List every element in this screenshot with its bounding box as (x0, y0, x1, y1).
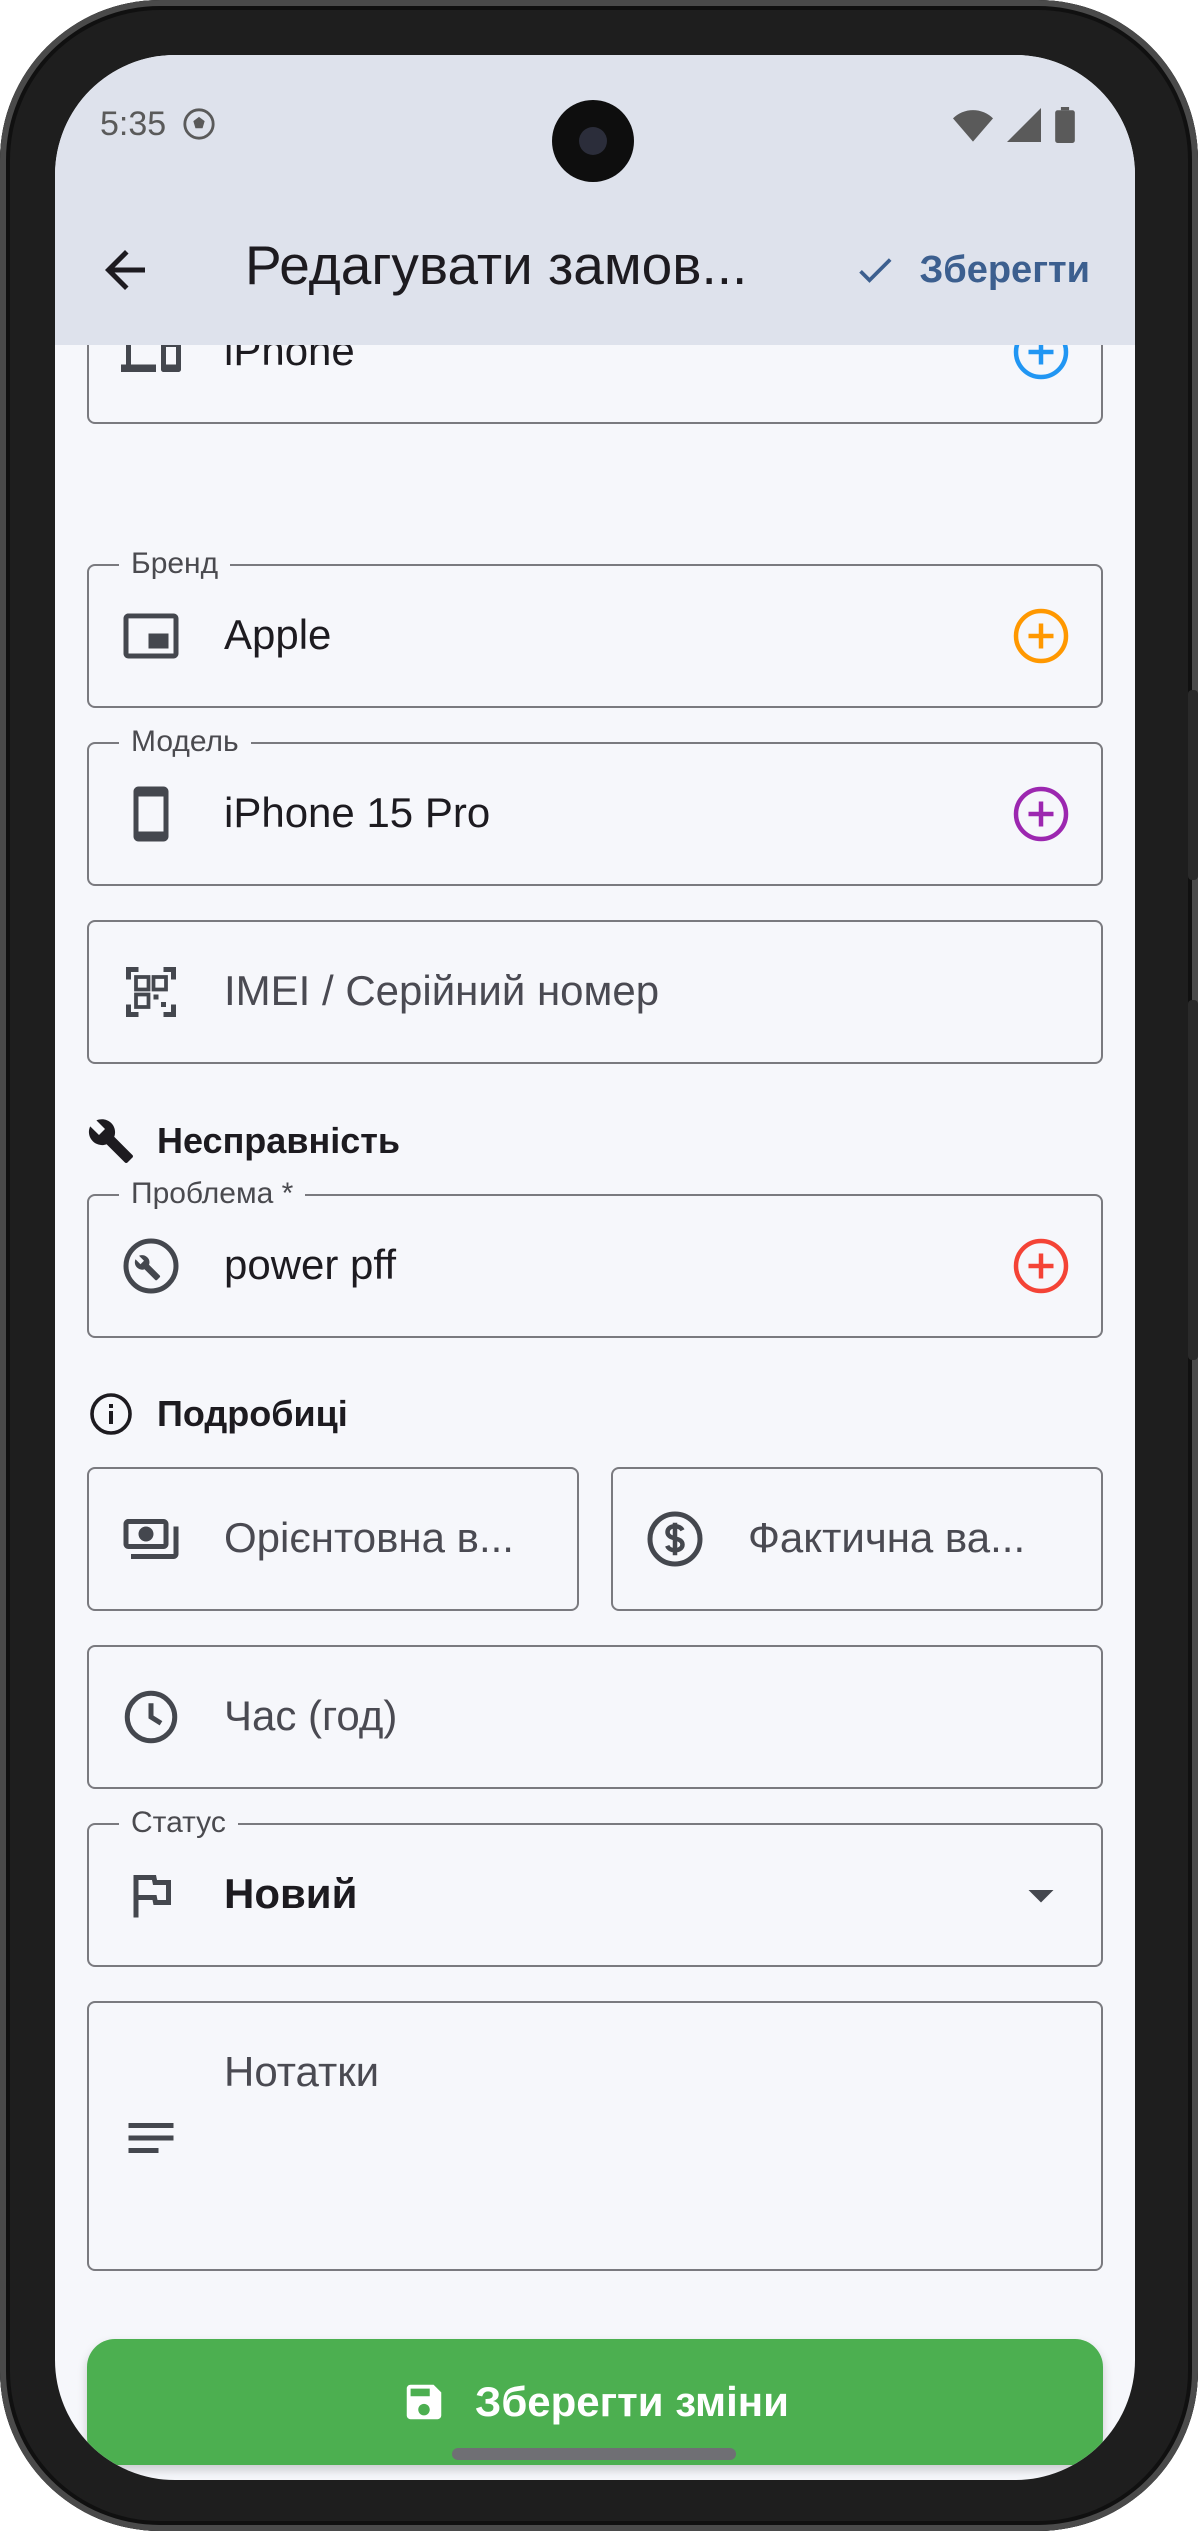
front-camera (552, 100, 634, 182)
notes-placeholder: Нотатки (224, 2048, 380, 2095)
power-button (1188, 1000, 1198, 1360)
wrench-icon (88, 1119, 133, 1163)
notes-icon (128, 2123, 174, 2153)
estimated-cost-field[interactable]: Орієнтовна в... (87, 1467, 579, 1611)
actual-cost-field[interactable]: Фактична ва... (611, 1467, 1103, 1611)
model-field[interactable]: Модель iPhone 15 Pro (87, 725, 1103, 886)
clock-icon (124, 1690, 178, 1744)
save-action-label: Зберегти (919, 248, 1090, 291)
check-icon (859, 258, 892, 283)
page-title: Редагувати замов... (245, 234, 748, 296)
phone-screen: 5:35 Редагувати замов... Зберегти iPhone… (55, 55, 1135, 2480)
info-icon (90, 1393, 132, 1435)
notes-field[interactable]: Нотатки (87, 2001, 1103, 2271)
details-section-header: Подробиці (87, 1390, 348, 1438)
model-label: Модель (119, 725, 251, 759)
soccer-ball-icon (183, 108, 215, 140)
cellular-signal-icon (1007, 108, 1041, 142)
picture-in-picture-icon (123, 613, 179, 659)
dollar-circle-icon (647, 1511, 703, 1567)
model-value: iPhone 15 Pro (224, 789, 491, 836)
problem-value: power pff (224, 1241, 396, 1288)
actual-cost-placeholder: Фактична ва... (748, 1514, 1026, 1561)
problem-label: Проблема * (119, 1177, 306, 1211)
back-arrow-icon[interactable] (95, 240, 155, 300)
time-hours-placeholder: Час (год) (224, 1692, 398, 1739)
home-indicator[interactable] (452, 2448, 736, 2460)
add-brand-icon[interactable] (1011, 606, 1071, 666)
status-label: Статус (119, 1806, 238, 1840)
fault-section-title: Несправність (157, 1120, 400, 1161)
save-changes-button[interactable]: Зберегти зміни (87, 2339, 1103, 2465)
device-type-value: iPhone (224, 345, 355, 374)
flag-icon (133, 1875, 171, 1918)
status-time: 5:35 (100, 105, 167, 143)
floppy-disk-icon (406, 2384, 442, 2420)
brand-label: Бренд (119, 547, 231, 581)
time-hours-field[interactable]: Час (год) (87, 1645, 1103, 1789)
form-content[interactable]: iPhone Бренд Apple Модель iPhone 15 Pro … (55, 345, 1135, 2480)
status-value: Новий (224, 1870, 358, 1917)
wifi-icon (953, 110, 993, 142)
estimated-cost-placeholder: Орієнтовна в... (224, 1514, 514, 1561)
problem-field[interactable]: Проблема * power pff (87, 1177, 1103, 1338)
imei-placeholder: IMEI / Серійний номер (224, 967, 660, 1014)
imei-field[interactable]: IMEI / Серійний номер (87, 920, 1103, 1064)
dropdown-arrow-icon[interactable] (1011, 1865, 1071, 1925)
brand-value: Apple (224, 611, 332, 658)
payments-icon (123, 1519, 179, 1559)
app-bar: Редагувати замов... Зберегти (55, 195, 1135, 345)
qr-code-scanner-icon (126, 967, 176, 1017)
save-changes-label: Зберегти зміни (475, 2378, 789, 2425)
add-device-type-icon[interactable] (1011, 345, 1071, 382)
brand-field[interactable]: Бренд Apple (87, 547, 1103, 708)
status-icons (953, 107, 1075, 143)
smartphone-icon (133, 786, 169, 842)
volume-button (1188, 690, 1198, 880)
status-bar: 5:35 (55, 55, 1135, 195)
device-type-field[interactable]: iPhone (87, 345, 1103, 424)
details-section-title: Подробиці (157, 1393, 348, 1434)
add-problem-icon[interactable] (1011, 1236, 1071, 1296)
fault-section-header: Несправність (87, 1117, 400, 1165)
add-model-icon[interactable] (1011, 784, 1071, 844)
devices-icon (121, 345, 181, 372)
save-action-button[interactable]: Зберегти (853, 240, 1090, 300)
battery-icon (1055, 107, 1075, 143)
status-dropdown[interactable]: Статус Новий (87, 1806, 1103, 1967)
build-circle-icon (123, 1238, 179, 1294)
